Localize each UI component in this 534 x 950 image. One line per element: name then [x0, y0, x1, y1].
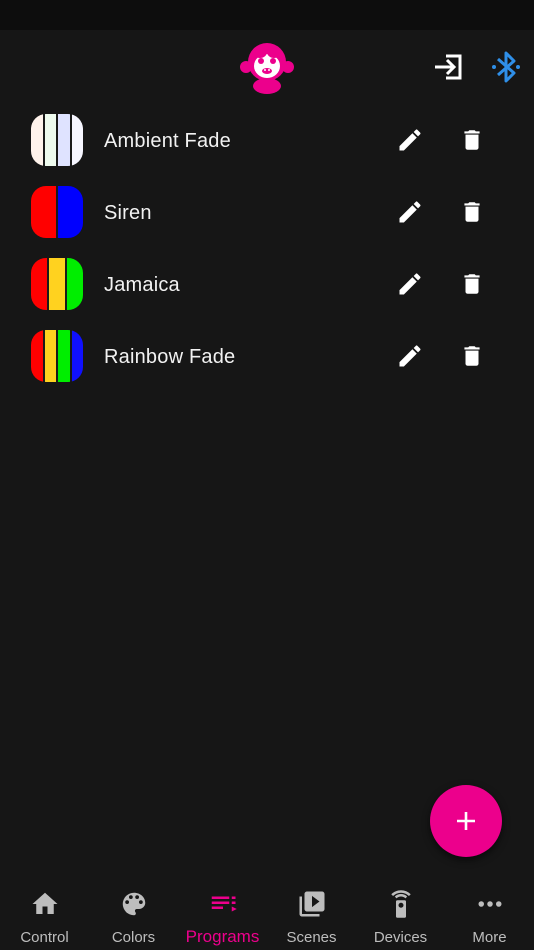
swatch-stripe — [31, 114, 43, 166]
trash-icon[interactable] — [459, 342, 485, 370]
trash-icon[interactable] — [459, 198, 485, 226]
nav-label: Programs — [185, 927, 260, 946]
swatch-stripe — [58, 114, 70, 166]
pencil-icon[interactable] — [396, 126, 424, 154]
swatch-stripe — [58, 330, 70, 382]
home-icon — [32, 892, 57, 914]
program-list: Ambient Fade Siren Jamaica Rainbow Fade — [0, 104, 534, 392]
nav-label: Colors — [111, 929, 156, 946]
trash-icon[interactable] — [459, 126, 485, 154]
program-row[interactable]: Jamaica — [0, 248, 534, 320]
bluetooth-icon[interactable] — [490, 50, 522, 84]
program-name: Rainbow Fade — [104, 346, 236, 368]
trash-icon[interactable] — [459, 270, 485, 298]
nav-label: Control — [20, 929, 69, 946]
nav-item-more[interactable]: More — [445, 876, 534, 950]
add-program-button[interactable] — [430, 785, 502, 857]
swatch-stripe — [31, 330, 43, 382]
more-icon — [478, 901, 501, 907]
pencil-icon[interactable] — [396, 270, 424, 298]
login-icon[interactable] — [432, 50, 466, 84]
program-name: Jamaica — [104, 274, 180, 296]
status-bar — [0, 0, 534, 30]
nav-item-devices[interactable]: Devices — [356, 876, 445, 950]
playlist-icon — [211, 896, 237, 912]
monkey-logo-icon — [240, 43, 294, 94]
nav-item-colors[interactable]: Colors — [89, 876, 178, 950]
swatch-stripe — [44, 114, 56, 166]
swatch-stripe — [71, 330, 83, 382]
nav-label: Scenes — [286, 929, 337, 946]
nav-item-programs[interactable]: Programs — [178, 876, 267, 950]
nav-item-scenes[interactable]: Scenes — [267, 876, 356, 950]
bottom-nav: Control Colors Programs Scenes Devices M… — [0, 876, 534, 950]
swatch-stripe — [58, 186, 83, 238]
palette-icon — [122, 892, 145, 916]
swatch-stripe — [71, 114, 83, 166]
nav-label: Devices — [373, 929, 428, 946]
program-row[interactable]: Siren — [0, 176, 534, 248]
swatch-stripe — [31, 258, 47, 310]
pencil-icon[interactable] — [396, 342, 424, 370]
program-name: Ambient Fade — [104, 130, 231, 152]
swatch-stripe — [31, 186, 56, 238]
swatch-stripe — [44, 330, 56, 382]
remote-icon — [390, 890, 411, 918]
program-name: Siren — [104, 202, 152, 224]
pencil-icon[interactable] — [396, 198, 424, 226]
program-row[interactable]: Ambient Fade — [0, 104, 534, 176]
program-color-swatch — [31, 258, 83, 310]
nav-item-control[interactable]: Control — [0, 876, 89, 950]
swatch-stripe — [67, 258, 83, 310]
video-library-icon — [299, 891, 324, 917]
program-color-swatch — [31, 186, 83, 238]
app-header — [0, 30, 534, 105]
program-color-swatch — [31, 114, 83, 166]
nav-label: More — [472, 929, 507, 946]
program-row[interactable]: Rainbow Fade — [0, 320, 534, 392]
program-color-swatch — [31, 330, 83, 382]
swatch-stripe — [49, 258, 65, 310]
plus-icon — [457, 812, 475, 830]
